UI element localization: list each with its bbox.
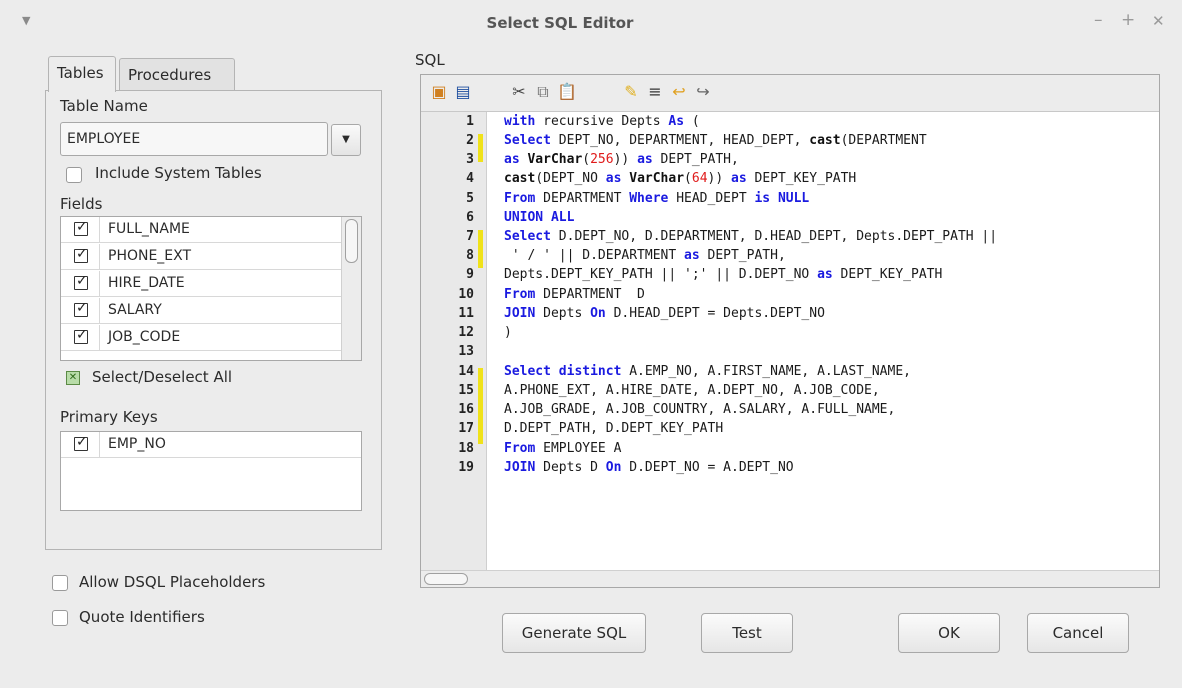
change-marker: [478, 230, 483, 268]
primary-key-checkbox[interactable]: [74, 434, 88, 451]
line-number: 15: [458, 383, 474, 398]
code-line-2: Select DEPT_NO, DEPARTMENT, HEAD_DEPT, c…: [504, 133, 927, 148]
chevron-down-icon: ▼: [342, 134, 350, 145]
code-line-19: JOIN Depts D On D.DEPT_NO = A.DEPT_NO: [504, 460, 794, 475]
line-number: 10: [458, 287, 474, 302]
code-line-9: Depts.DEPT_KEY_PATH || ';' || D.DEPT_NO …: [504, 267, 943, 282]
primary-key-row[interactable]: EMP_NO: [61, 432, 361, 458]
scrollbar-thumb[interactable]: [345, 219, 358, 263]
save-icon[interactable]: ▤: [452, 81, 474, 103]
field-row-full-name[interactable]: FULL_NAME: [61, 217, 341, 243]
cancel-button[interactable]: Cancel: [1027, 613, 1129, 653]
table-name-combo[interactable]: EMPLOYEE: [60, 122, 328, 156]
sql-label: SQL: [415, 51, 445, 69]
line-number: 8: [466, 248, 474, 263]
code-line-17: D.DEPT_PATH, D.DEPT_KEY_PATH: [504, 421, 724, 436]
minimize-button[interactable]: –: [1094, 10, 1103, 30]
field-name: FULL_NAME: [108, 221, 190, 237]
line-number: 12: [458, 325, 474, 340]
test-button[interactable]: Test: [701, 613, 793, 653]
format-icon[interactable]: ≡: [644, 81, 666, 103]
allow-dsql-label: Allow DSQL Placeholders: [79, 573, 266, 591]
code-line-3: as VarChar(256)) as DEPT_PATH,: [504, 152, 739, 167]
generate-sql-button[interactable]: Generate SQL: [502, 613, 646, 653]
field-name: PHONE_EXT: [108, 248, 192, 264]
open-file-icon[interactable]: ▣: [428, 81, 450, 103]
copy-icon[interactable]: ⧉: [532, 81, 554, 103]
editor-horizontal-scrollbar[interactable]: [421, 570, 1159, 587]
code-line-6: UNION ALL: [504, 210, 575, 225]
paste-icon[interactable]: 📋: [556, 81, 578, 103]
primary-keys-label: Primary Keys: [60, 408, 158, 426]
code-line-18: From EMPLOYEE A: [504, 441, 622, 456]
code-line-12: ): [504, 325, 512, 340]
line-number: 11: [458, 306, 474, 321]
code-line-7: Select D.DEPT_NO, D.DEPARTMENT, D.HEAD_D…: [504, 229, 998, 244]
line-number: 13: [458, 344, 474, 359]
line-number: 18: [458, 441, 474, 456]
field-checkbox[interactable]: [74, 327, 88, 344]
line-number: 6: [466, 210, 474, 225]
undo-icon[interactable]: ↩: [668, 81, 690, 103]
line-number: 19: [458, 460, 474, 475]
field-row-job-code[interactable]: JOB_CODE: [61, 325, 341, 351]
redo-icon[interactable]: ↪: [692, 81, 714, 103]
title-bar: ▼ Select SQL Editor – + ✕: [0, 0, 1182, 44]
tab-tables[interactable]: Tables: [48, 56, 116, 92]
fields-label: Fields: [60, 195, 103, 213]
include-system-tables-checkbox[interactable]: [66, 167, 82, 183]
change-marker: [478, 368, 483, 444]
select-all-icon[interactable]: ✕: [66, 371, 80, 385]
window-title: Select SQL Editor: [486, 14, 634, 32]
field-checkbox[interactable]: [74, 219, 88, 236]
field-row-salary[interactable]: SALARY: [61, 298, 341, 324]
fields-list: FULL_NAME PHONE_EXT HIRE_DATE SALARY JOB…: [60, 216, 362, 361]
field-checkbox[interactable]: [74, 273, 88, 290]
table-name-dropdown-button[interactable]: ▼: [331, 124, 361, 156]
line-number: 3: [466, 152, 474, 167]
scrollbar-thumb[interactable]: [424, 573, 468, 585]
code-line-11: JOIN Depts On D.HEAD_DEPT = Depts.DEPT_N…: [504, 306, 825, 321]
table-name-label: Table Name: [60, 97, 148, 115]
field-row-hire-date[interactable]: HIRE_DATE: [61, 271, 341, 297]
clear-icon[interactable]: ✎: [620, 81, 642, 103]
primary-keys-list: EMP_NO: [60, 431, 362, 511]
allow-dsql-checkbox[interactable]: [52, 575, 68, 591]
primary-key-name: EMP_NO: [108, 436, 166, 452]
code-line-4: cast(DEPT_NO as VarChar(64)) as DEPT_KEY…: [504, 171, 857, 186]
code-line-16: A.JOB_GRADE, A.JOB_COUNTRY, A.SALARY, A.…: [504, 402, 896, 417]
tab-procedures[interactable]: Procedures: [119, 58, 235, 90]
line-number: 9: [466, 267, 474, 282]
quote-identifiers-checkbox[interactable]: [52, 610, 68, 626]
field-name: JOB_CODE: [108, 329, 181, 345]
cut-icon[interactable]: ✂: [508, 81, 530, 103]
line-number: 17: [458, 421, 474, 436]
field-checkbox[interactable]: [74, 300, 88, 317]
field-name: HIRE_DATE: [108, 275, 185, 291]
fields-scrollbar[interactable]: [341, 217, 361, 360]
quote-identifiers-label: Quote Identifiers: [79, 608, 205, 626]
line-number: 1: [466, 114, 474, 129]
code-line-8: ' / ' || D.DEPARTMENT as DEPT_PATH,: [504, 248, 786, 263]
line-number: 5: [466, 191, 474, 206]
line-number: 7: [466, 229, 474, 244]
ok-button[interactable]: OK: [898, 613, 1000, 653]
line-number: 14: [458, 364, 474, 379]
change-marker: [478, 134, 483, 162]
code-line-5: From DEPARTMENT Where HEAD_DEPT is NULL: [504, 191, 810, 206]
code-line-1: with recursive Depts As (: [504, 114, 700, 129]
close-button[interactable]: ✕: [1152, 12, 1165, 30]
code-line-10: From DEPARTMENT D: [504, 287, 645, 302]
include-system-tables-label: Include System Tables: [95, 164, 262, 182]
field-row-phone-ext[interactable]: PHONE_EXT: [61, 244, 341, 270]
line-number: 16: [458, 402, 474, 417]
code-line-15: A.PHONE_EXT, A.HIRE_DATE, A.DEPT_NO, A.J…: [504, 383, 880, 398]
maximize-button[interactable]: +: [1121, 10, 1135, 30]
line-number: 2: [466, 133, 474, 148]
code-line-14: Select distinct A.EMP_NO, A.FIRST_NAME, …: [504, 364, 911, 379]
select-deselect-all-label[interactable]: Select/Deselect All: [92, 368, 232, 386]
field-checkbox[interactable]: [74, 246, 88, 263]
field-name: SALARY: [108, 302, 162, 318]
line-number: 4: [466, 171, 474, 186]
